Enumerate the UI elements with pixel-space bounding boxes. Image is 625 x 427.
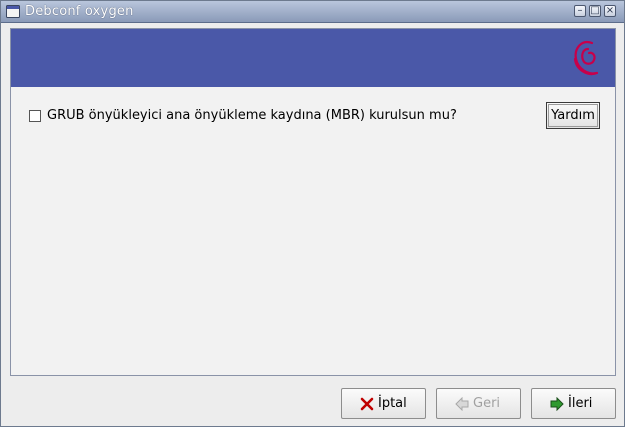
content-panel: GRUB önyükleyici ana önyükleme kaydına (…	[10, 28, 616, 376]
help-button-label: Yardım	[551, 108, 595, 123]
next-button-label: İleri	[568, 396, 593, 411]
back-button-label: Geri	[473, 396, 501, 411]
minimize-icon: –	[577, 5, 583, 16]
cancel-button-label: İptal	[378, 396, 407, 411]
next-button[interactable]: İleri	[531, 388, 616, 419]
help-button[interactable]: Yardım	[546, 102, 600, 129]
window-title: Debconf oxygen	[25, 4, 134, 19]
close-button[interactable]: ×	[604, 5, 616, 17]
close-icon: ×	[605, 5, 615, 16]
question-label[interactable]: GRUB önyükleyici ana önyükleme kaydına (…	[47, 108, 457, 123]
back-button[interactable]: Geri	[436, 388, 521, 419]
header-banner	[11, 29, 615, 87]
cancel-button[interactable]: İptal	[341, 388, 426, 419]
x-icon	[360, 397, 374, 411]
maximize-icon: □	[590, 5, 600, 16]
dialog-window: Debconf oxygen – □ × GRUB önyükleyici an…	[0, 0, 625, 427]
arrow-right-icon	[550, 397, 564, 411]
title-bar[interactable]: Debconf oxygen – □ ×	[1, 1, 624, 23]
debian-swirl-icon	[573, 41, 599, 76]
install-grub-checkbox[interactable]	[29, 110, 41, 122]
window-app-icon	[6, 5, 20, 18]
minimize-button[interactable]: –	[574, 5, 586, 17]
maximize-button[interactable]: □	[589, 5, 601, 17]
arrow-left-icon	[455, 397, 469, 411]
